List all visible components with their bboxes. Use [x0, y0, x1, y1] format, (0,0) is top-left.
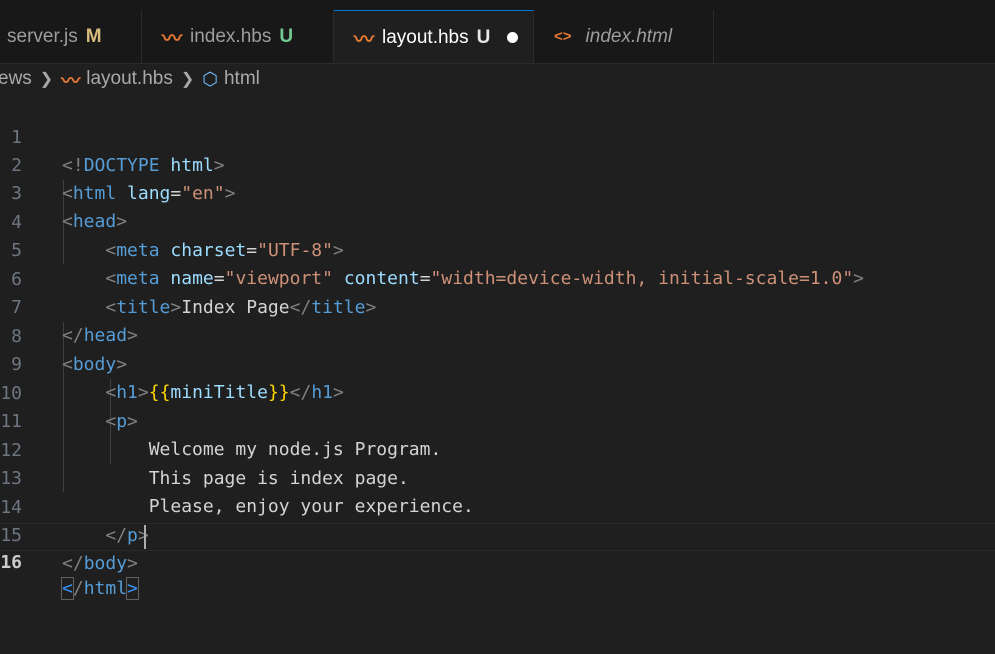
- code-line: 6 <title>Index Page</title>: [0, 238, 995, 318]
- breadcrumb-symbol[interactable]: html: [224, 68, 260, 90]
- git-status-badge: U: [279, 25, 294, 47]
- handlebars-icon: 〰: [354, 29, 374, 51]
- git-status-badge: M: [85, 25, 102, 47]
- tab-label: index.hbs: [190, 25, 272, 47]
- code-line: 7 </head>: [0, 266, 995, 346]
- line-number: 16: [0, 552, 22, 573]
- handlebars-icon: 〰: [61, 70, 80, 92]
- breadcrumb: ews ❯ 〰 layout.hbs ❯ ⬡ html: [0, 64, 995, 94]
- code-line: 15 </body>: [0, 494, 995, 574]
- code-line: 3 <head>: [0, 152, 995, 232]
- git-status-badge: U: [476, 26, 491, 48]
- breadcrumb-folder[interactable]: ews: [0, 68, 32, 90]
- tab-index-html[interactable]: <> index.html: [534, 10, 714, 63]
- code-line-current: 16 </html>: [0, 523, 995, 600]
- tab-server-js[interactable]: server.js M: [0, 10, 142, 63]
- code-line: 13 Please, enjoy your experience.: [0, 437, 995, 517]
- editor-tab-bar: server.js M 〰 index.hbs U 〰 layout.hbs U…: [0, 0, 995, 64]
- chevron-right-icon: ❯: [39, 71, 54, 88]
- code-line: 11 Welcome my node.js Program.: [0, 380, 995, 460]
- code-line: 12 This page is index page.: [0, 409, 995, 489]
- tab-label: server.js: [7, 25, 78, 47]
- handlebars-icon: 〰: [162, 28, 182, 50]
- code-line: 8 <body>: [0, 295, 995, 375]
- code-line: 1 <!DOCTYPE html>: [0, 96, 995, 176]
- code-line: 5 <meta name="viewport" content="width=d…: [0, 209, 995, 289]
- code-editor[interactable]: 1 <!DOCTYPE html> 2 <html lang="en"> 3 <…: [0, 96, 995, 600]
- unsaved-dot-icon[interactable]: [507, 32, 519, 43]
- code-line: 2 <html lang="en">: [0, 124, 995, 204]
- code-line: 10 <p>: [0, 352, 995, 432]
- chevron-right-icon: ❯: [180, 71, 195, 88]
- code-line: 9 <h1>{{miniTitle}}</h1>: [0, 323, 995, 403]
- tab-label: layout.hbs: [382, 26, 469, 48]
- code-line: 14 </p>: [0, 466, 995, 546]
- text-cursor: [144, 525, 146, 549]
- symbol-element-icon: ⬡: [202, 68, 218, 89]
- tab-index-hbs[interactable]: 〰 index.hbs U: [142, 10, 334, 63]
- breadcrumb-file[interactable]: layout.hbs: [86, 68, 173, 90]
- code-line: 4 <meta charset="UTF-8">: [0, 181, 995, 261]
- html-icon: <>: [554, 28, 572, 45]
- tab-label: index.html: [585, 25, 673, 47]
- tab-layout-hbs[interactable]: 〰 layout.hbs U: [334, 10, 534, 63]
